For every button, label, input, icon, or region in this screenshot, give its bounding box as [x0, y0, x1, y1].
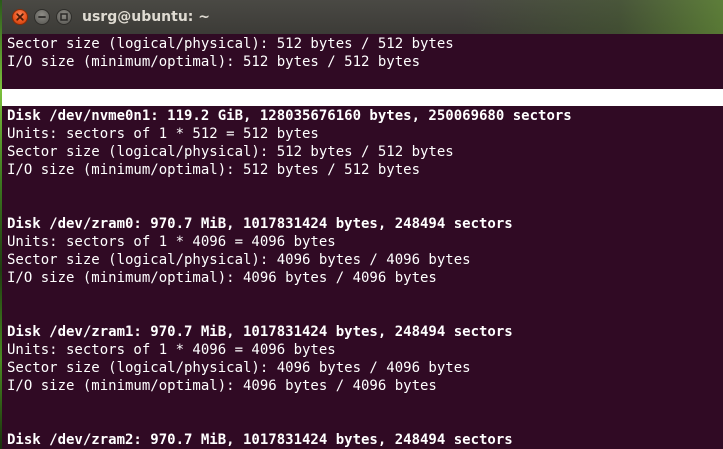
terminal-line: Sector size (logical/physical): 512 byte… — [7, 144, 454, 160]
minimize-icon — [38, 16, 46, 18]
maximize-button[interactable] — [56, 9, 72, 25]
terminal-line-disk-header: Disk /dev/nvme0n1: 119.2 GiB, 1280356761… — [7, 108, 572, 124]
terminal-line: Sector size (logical/physical): 4096 byt… — [7, 252, 471, 268]
window-title: usrg@ubuntu: ~ — [82, 9, 211, 25]
terminal-line: Sector size (logical/physical): 4096 byt… — [7, 360, 471, 376]
terminal-window: usrg@ubuntu: ~ Sector size (logical/phys… — [2, 0, 723, 449]
close-icon — [16, 13, 24, 21]
terminal-line: I/O size (minimum/optimal): 512 bytes / … — [7, 54, 421, 70]
terminal-line-disk-header: Disk /dev/zram0: 970.7 MiB, 1017831424 b… — [7, 216, 513, 232]
maximize-icon — [60, 13, 68, 21]
terminal-line-disk-header: Disk /dev/zram1: 970.7 MiB, 1017831424 b… — [7, 324, 513, 340]
terminal-line-disk-header: Disk /dev/zram2: 970.7 MiB, 1017831424 b… — [7, 432, 513, 448]
terminal-line: Units: sectors of 1 * 4096 = 4096 bytes — [7, 342, 336, 358]
terminal-line: Units: sectors of 1 * 512 = 512 bytes — [7, 126, 319, 142]
title-bar[interactable]: usrg@ubuntu: ~ — [2, 0, 723, 34]
terminal-line: I/O size (minimum/optimal): 4096 bytes /… — [7, 378, 437, 394]
terminal-line: Units: sectors of 1 * 4096 = 4096 bytes — [7, 234, 336, 250]
title-bar-wallpaper-glow — [463, 0, 723, 34]
selection-highlight-bar — [2, 89, 723, 106]
terminal-line: I/O size (minimum/optimal): 512 bytes / … — [7, 162, 421, 178]
close-button[interactable] — [12, 9, 28, 25]
minimize-button[interactable] — [34, 9, 50, 25]
terminal-line: I/O size (minimum/optimal): 4096 bytes /… — [7, 270, 437, 286]
terminal-output[interactable]: Sector size (logical/physical): 512 byte… — [2, 34, 723, 449]
terminal-line: Sector size (logical/physical): 512 byte… — [7, 36, 454, 52]
